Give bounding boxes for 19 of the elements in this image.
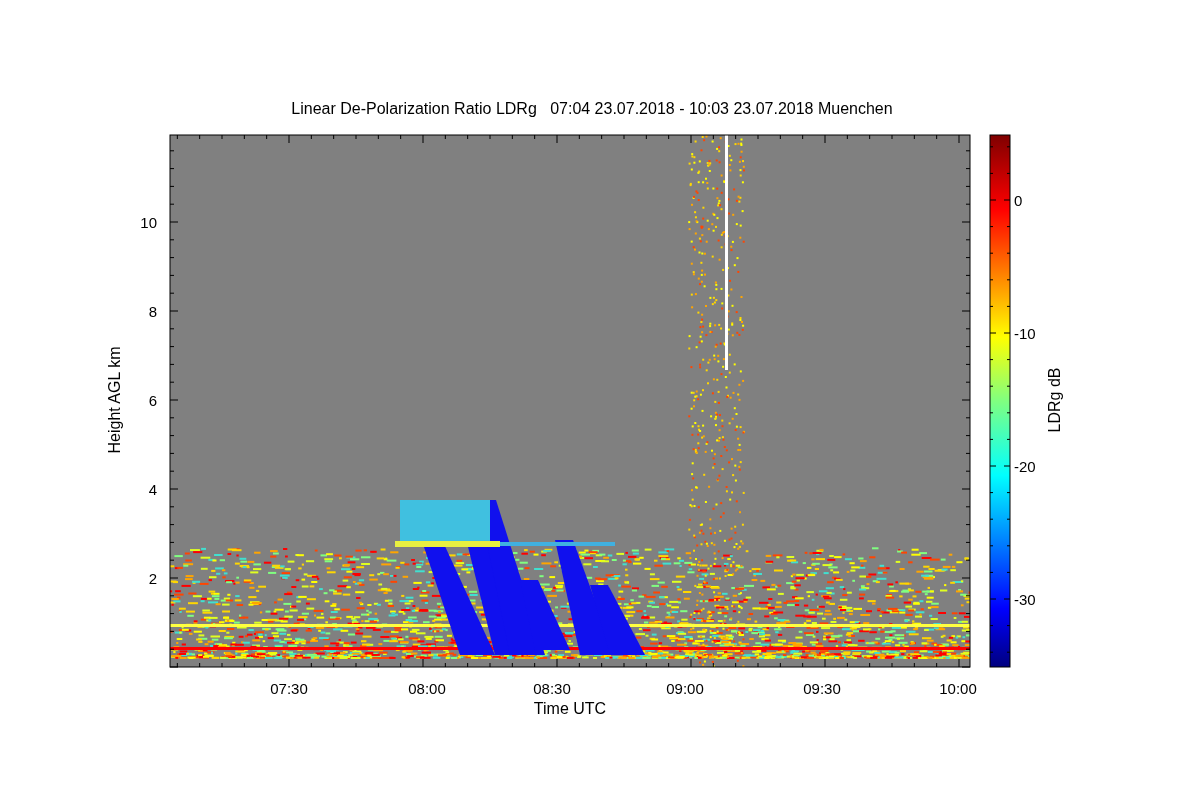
- y-tick-label: 6: [148, 392, 157, 409]
- x-tick-label: 09:00: [666, 680, 704, 697]
- x-tick-label: 09:30: [803, 680, 841, 697]
- x-tick-label: 10:00: [939, 680, 977, 697]
- y-axis-label: Height AGL km: [106, 346, 123, 454]
- colorbar-tick-label: -30: [1014, 591, 1036, 608]
- y-tick-label: 4: [148, 481, 157, 498]
- colorbar-tick-label: -20: [1014, 458, 1036, 475]
- chart-title: Linear De-Polarization Ratio LDRg 07:04 23.07.2018 - 10:03 23.07.2018 Muenchen: [291, 100, 893, 117]
- x-tick-label: 08:00: [408, 680, 446, 697]
- x-axis-label: Time UTC: [533, 700, 607, 717]
- y-tick-label: 2: [148, 570, 157, 587]
- colorbar-tick-label: -10: [1014, 325, 1036, 342]
- y-tick-label: 8: [148, 303, 157, 320]
- y-tick-label: 10: [140, 214, 157, 231]
- colorbar-label: LDRg dB: [1046, 367, 1063, 433]
- x-tick-label: 08:30: [533, 680, 571, 697]
- colorbar-tick-label: 0: [1014, 192, 1023, 209]
- x-tick-label: 07:30: [270, 680, 308, 697]
